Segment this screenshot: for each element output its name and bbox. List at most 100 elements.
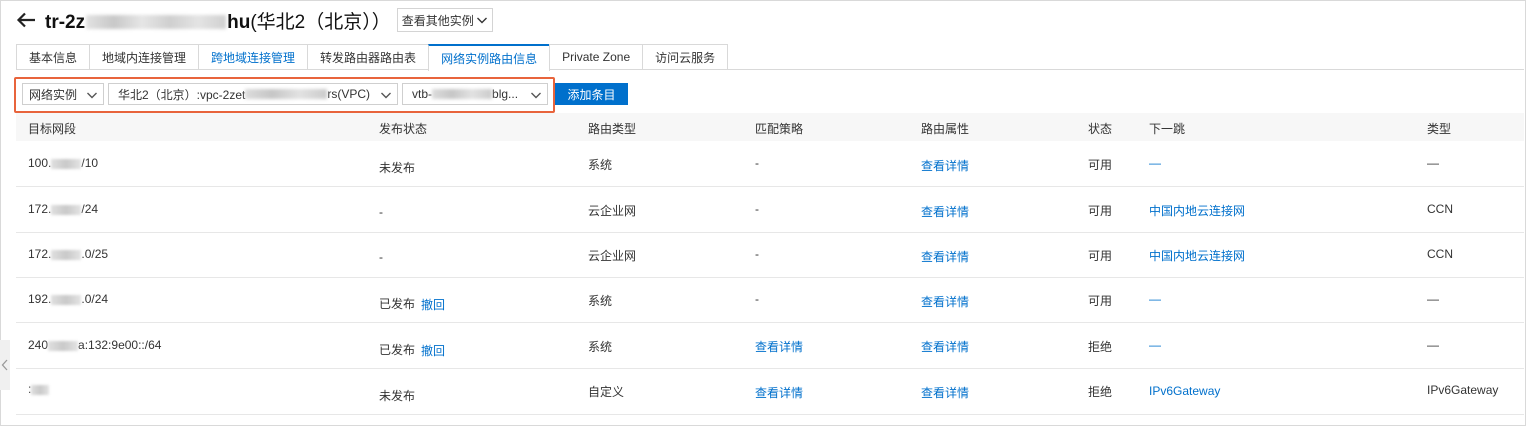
col-type: 类型: [1427, 122, 1452, 136]
type: —: [1427, 156, 1439, 170]
route-attr-detail-link[interactable]: 查看详情: [921, 384, 969, 401]
publish-status: 已发布: [379, 297, 416, 311]
match-policy: -: [755, 202, 759, 216]
type: CCN: [1427, 247, 1453, 261]
tab-label: 网络实例路由信息: [441, 52, 538, 66]
type: —: [1427, 338, 1439, 352]
cidr-redacted: [51, 249, 82, 260]
vtb-value-prefix: vtb-: [412, 87, 433, 101]
chevron-down-icon: [381, 92, 391, 99]
instance-type-value: 网络实例: [29, 87, 78, 102]
tab-intra-region[interactable]: 地域内连接管理: [89, 44, 200, 69]
cidr-cell: 240 a:132:9e00::/64: [28, 338, 161, 352]
next-hop: —: [1149, 156, 1161, 170]
cidr-part: 192.: [28, 292, 52, 306]
cidr-redacted: [51, 204, 82, 215]
status: 拒绝: [1088, 340, 1113, 354]
vpc-value-prefix: 华北2（北京）:vpc-2zet: [118, 87, 246, 102]
tab-label: 访问云服务: [655, 50, 716, 65]
chevron-left-icon: [1, 359, 8, 371]
next-hop-link[interactable]: 中国内地云连接网: [1149, 247, 1245, 264]
other-instances-dropdown[interactable]: 查看其他实例: [396, 8, 493, 32]
chevron-down-icon: [87, 92, 97, 99]
cidr-part: .0/24: [81, 292, 109, 306]
cidr-cell: 172. /24: [28, 202, 98, 216]
publish-status: 未发布: [379, 161, 416, 175]
cidr-cell: 100. /10: [28, 156, 98, 170]
cidr-redacted: [51, 158, 82, 169]
tab-cloud-services[interactable]: 访问云服务: [642, 44, 729, 69]
table-row: : 未发布 自定义 查看详情 查看详情 拒绝 IPv6Gateway IPv6G…: [16, 369, 1524, 415]
sidebar-collapse-handle[interactable]: [0, 340, 10, 390]
match-policy: -: [755, 156, 759, 170]
col-route-type: 路由类型: [588, 122, 637, 136]
cidr-part: 100.: [28, 156, 52, 170]
cidr-cell: :: [28, 382, 50, 396]
vtb-value-suffix: blg...: [492, 87, 519, 101]
cidr-cell: 172. .0/25: [28, 247, 108, 261]
publish-status: 未发布: [379, 389, 416, 403]
type: CCN: [1427, 202, 1453, 216]
next-hop: —: [1149, 338, 1161, 352]
route-type: 系统: [588, 294, 613, 308]
vpc-select[interactable]: 华北2（北京）:vpc-2zet rs(VPC): [108, 83, 398, 105]
route-attr-detail-link[interactable]: 查看详情: [921, 203, 969, 220]
route-type: 系统: [588, 340, 613, 354]
instance-type-select[interactable]: 网络实例: [22, 83, 104, 105]
match-policy-detail-link[interactable]: 查看详情: [755, 384, 803, 401]
next-hop: —: [1149, 292, 1161, 306]
route-type: 自定义: [588, 385, 625, 399]
col-publish-status: 发布状态: [379, 122, 428, 136]
status: 可用: [1088, 249, 1113, 263]
route-attr-detail-link[interactable]: 查看详情: [921, 248, 969, 265]
cidr-part: 172.: [28, 247, 52, 261]
cidr-cell: 192. .0/24: [28, 292, 108, 306]
back-arrow-icon[interactable]: [15, 9, 37, 31]
cidr-part: 172.: [28, 202, 52, 216]
next-hop-link[interactable]: 中国内地云连接网: [1149, 202, 1245, 219]
revoke-link[interactable]: 撤回: [421, 342, 445, 359]
col-route-attr: 路由属性: [921, 122, 970, 136]
chevron-down-icon: [476, 17, 487, 24]
revoke-link[interactable]: 撤回: [421, 296, 445, 313]
match-policy-detail-link[interactable]: 查看详情: [755, 338, 803, 355]
table-row: 172. /24 - 云企业网 - 查看详情 可用 中国内地云连接网 CCN: [16, 187, 1524, 233]
cidr-part: 240: [28, 338, 49, 352]
col-next-hop: 下一跳: [1149, 122, 1186, 136]
chevron-down-icon: [531, 92, 541, 99]
route-table-select[interactable]: vtb-blg...: [402, 83, 548, 105]
tab-network-instance-routes[interactable]: 网络实例路由信息: [428, 44, 551, 71]
cidr-redacted: [48, 340, 79, 351]
cidr-redacted: [31, 384, 50, 395]
route-attr-detail-link[interactable]: 查看详情: [921, 293, 969, 310]
col-match-policy: 匹配策略: [755, 122, 804, 136]
status: 可用: [1088, 294, 1113, 308]
tab-private-zone[interactable]: Private Zone: [549, 44, 644, 69]
next-hop-link[interactable]: IPv6Gateway: [1149, 384, 1220, 398]
route-type: 系统: [588, 158, 613, 172]
tab-label: 跨地域连接管理: [211, 50, 296, 65]
col-status: 状态: [1088, 122, 1113, 136]
tab-cross-region[interactable]: 跨地域连接管理: [198, 44, 309, 69]
status: 可用: [1088, 158, 1113, 172]
route-attr-detail-link[interactable]: 查看详情: [921, 338, 969, 355]
title-redacted: [86, 15, 227, 30]
table-row: 240 a:132:9e00::/64 已发布 撤回 系统 查看详情 查看详情 拒…: [16, 323, 1524, 369]
publish-status: -: [379, 205, 383, 219]
page-title: tr-2z hu(华北2（北京））: [45, 7, 391, 34]
title-prefix: tr-2z: [45, 11, 86, 33]
title-region: (华北2（北京））: [250, 11, 391, 33]
cidr-part: .0/25: [81, 247, 109, 261]
cidr-part: a:132:9e00::/64: [78, 338, 162, 352]
tab-label: 地域内连接管理: [102, 50, 187, 65]
tab-basic-info[interactable]: 基本信息: [16, 44, 91, 69]
table-header: 目标网段 发布状态 路由类型 匹配策略 路由属性 状态 下一跳 类型: [16, 113, 1524, 141]
col-destination-cidr: 目标网段: [28, 122, 77, 136]
tab-route-tables[interactable]: 转发路由器路由表: [307, 44, 430, 69]
route-attr-detail-link[interactable]: 查看详情: [921, 157, 969, 174]
cidr-part: /24: [81, 202, 99, 216]
add-entry-button[interactable]: 添加条目: [555, 83, 628, 105]
tab-bar: 基本信息 地域内连接管理 跨地域连接管理 转发路由器路由表 网络实例路由信息 P…: [16, 44, 1524, 71]
status: 拒绝: [1088, 385, 1113, 399]
status: 可用: [1088, 204, 1113, 218]
